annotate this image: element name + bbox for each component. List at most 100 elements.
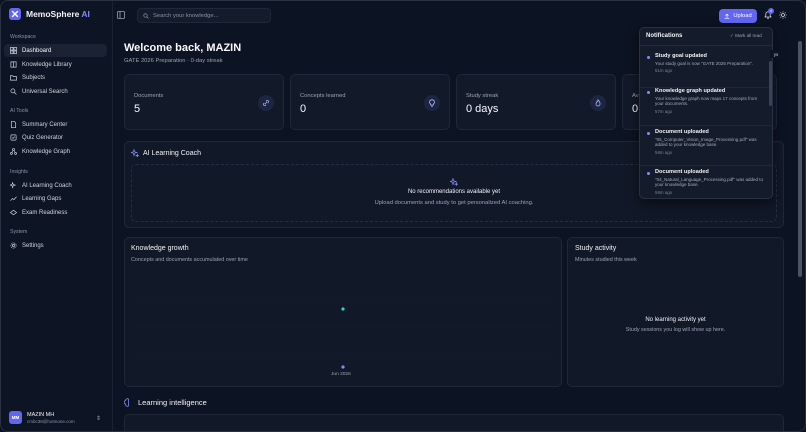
activity-title: Study activity — [575, 245, 617, 252]
notification-body: "04_Natural_Language_Processing.pdf" was… — [655, 177, 764, 188]
sidebar-item-label: Exam Readiness — [22, 209, 68, 216]
mark-all-read-button[interactable]: ✓ Mark all read — [730, 33, 762, 39]
notification-item[interactable]: Knowledge graph updated Your knowledge g… — [640, 85, 772, 126]
sidebar-toggle-icon[interactable] — [117, 11, 125, 19]
grid-icon — [10, 47, 17, 54]
notification-time: 51m ago — [655, 68, 673, 73]
sidebar-item-universal-search[interactable]: Universal Search — [4, 85, 107, 98]
brand-name: MemoSphere AI — [26, 9, 90, 19]
brain-icon — [124, 398, 129, 407]
notification-item[interactable]: Document uploaded "04_Natural_Language_P… — [640, 166, 772, 198]
search-placeholder: Search your knowledge... — [153, 12, 219, 19]
peek-text: ys — [770, 50, 782, 58]
notification-title: Knowledge graph updated — [655, 88, 726, 94]
sidebar-item-label: Learning Gaps — [22, 195, 62, 202]
sidebar-item-label: AI Learning Coach — [22, 182, 72, 189]
growth-point-concepts — [341, 307, 345, 311]
quiz-icon — [10, 134, 17, 141]
growth-point-documents — [341, 365, 345, 369]
document-icon — [10, 121, 17, 128]
sidebar-item-knowledge-library[interactable]: Knowledge Library — [4, 58, 107, 71]
unread-dot — [647, 132, 650, 135]
sidebar-item-label: Quiz Generator — [22, 134, 64, 141]
notifications-scrollbar[interactable] — [769, 61, 772, 106]
logo-icon — [9, 8, 21, 20]
sun-icon[interactable] — [779, 11, 787, 19]
sidebar-item-label: Universal Search — [22, 88, 68, 95]
mark-all-read-label: Mark all read — [735, 33, 762, 38]
upload-button[interactable]: Upload — [719, 9, 757, 23]
stat-label: Documents — [134, 93, 164, 99]
chevron-updown-icon[interactable]: ⇕ — [96, 415, 101, 422]
sidebar-item-ai-learning-coach[interactable]: AI Learning Coach — [4, 179, 107, 192]
stat-value: 0 — [300, 103, 307, 115]
notification-item[interactable]: Study goal updated Your study goal is no… — [640, 50, 772, 88]
learning-intelligence-text: Learning intelligence — [138, 398, 207, 407]
sidebar-item-subjects[interactable]: Subjects — [4, 71, 107, 84]
search-input[interactable]: Search your knowledge... — [137, 8, 271, 23]
sidebar: MemoSphere AI Workspace Dashboard Knowle… — [1, 1, 113, 431]
sidebar-item-label: Dashboard — [22, 47, 52, 54]
sidebar-item-label: Settings — [22, 242, 44, 249]
sidebar-item-learning-gaps[interactable]: Learning Gaps — [4, 192, 107, 205]
notification-badge: 4 — [768, 8, 774, 14]
stat-card-documents: Documents 5 — [124, 74, 284, 130]
stat-value: 0 — [632, 103, 639, 115]
growth-chart — [137, 298, 551, 369]
bulb-icon — [424, 95, 440, 111]
sidebar-item-dashboard[interactable]: Dashboard — [4, 44, 107, 57]
learning-intelligence-title: Learning intelligence — [124, 398, 207, 407]
unread-dot — [647, 91, 650, 94]
notification-title: Document uploaded — [655, 169, 709, 175]
notification-time: 58m ago — [655, 150, 673, 155]
notification-time: 57m ago — [655, 109, 673, 114]
unread-dot — [647, 172, 650, 175]
sparkles-icon — [10, 182, 17, 189]
stat-card-streak: Study streak 0 days — [456, 74, 616, 130]
activity-empty-subtitle: Study sessions you log will show up here… — [625, 327, 726, 333]
user-email: cmbc38@hotmone.com — [27, 418, 75, 424]
sidebar-item-quiz-generator[interactable]: Quiz Generator — [4, 131, 107, 144]
book-icon — [10, 61, 17, 68]
flame-icon — [590, 95, 606, 111]
notification-title: Document uploaded — [655, 129, 709, 135]
stat-value: 0 days — [466, 103, 499, 115]
coach-empty-subtitle: Upload documents and study to get person… — [374, 200, 534, 206]
growth-x-tick: Jun 2026 — [331, 372, 351, 377]
sidebar-item-knowledge-graph[interactable]: Knowledge Graph — [4, 145, 107, 158]
sidebar-item-settings[interactable]: Settings — [4, 239, 107, 252]
gear-icon — [10, 242, 17, 249]
folder-icon — [10, 75, 17, 81]
avatar: MM — [9, 411, 22, 424]
notification-item[interactable]: Document uploaded "05_Computer_Vision_Im… — [640, 126, 772, 166]
sparkles-icon — [131, 149, 139, 157]
notification-body: Your study goal is now "GATE 2026 Prepar… — [655, 61, 754, 66]
target-icon — [10, 209, 17, 216]
brand[interactable]: MemoSphere AI — [9, 8, 90, 20]
stat-label: Concepts learned — [300, 93, 346, 99]
link-icon — [258, 95, 274, 111]
activity-subtitle: Minutes studied this week — [575, 257, 637, 263]
user-menu[interactable]: MM MAZIN MH cmbc38@hotmone.com — [9, 411, 75, 424]
sparkles-icon — [450, 178, 458, 186]
learning-intelligence-card — [124, 414, 784, 431]
graph-icon — [10, 148, 17, 155]
sidebar-item-summary-center[interactable]: Summary Center — [4, 118, 107, 131]
page-title: Welcome back, MAZIN — [124, 42, 242, 54]
unread-dot — [647, 56, 650, 59]
search-icon — [10, 88, 17, 95]
sidebar-item-label: Knowledge Graph — [22, 148, 71, 155]
topbar: Search your knowledge... Upload 4 — [113, 1, 805, 30]
section-system: System — [10, 229, 28, 235]
coach-title-text: AI Learning Coach — [143, 149, 201, 157]
growth-title: Knowledge growth — [131, 245, 189, 252]
trend-icon — [10, 196, 17, 201]
sidebar-item-exam-readiness[interactable]: Exam Readiness — [4, 206, 107, 219]
notification-body: "05_Computer_Vision_Image_Processing.pdf… — [655, 137, 757, 148]
notifications-popover: Notifications ✓ Mark all read Study goal… — [639, 27, 773, 199]
page-scrollbar[interactable] — [798, 41, 802, 277]
app-window: MemoSphere AI Workspace Dashboard Knowle… — [0, 0, 806, 432]
page-subtitle: GATE 2026 Preparation · 0-day streak — [124, 58, 223, 64]
upload-icon — [725, 13, 730, 19]
section-insights: Insights — [10, 169, 28, 175]
